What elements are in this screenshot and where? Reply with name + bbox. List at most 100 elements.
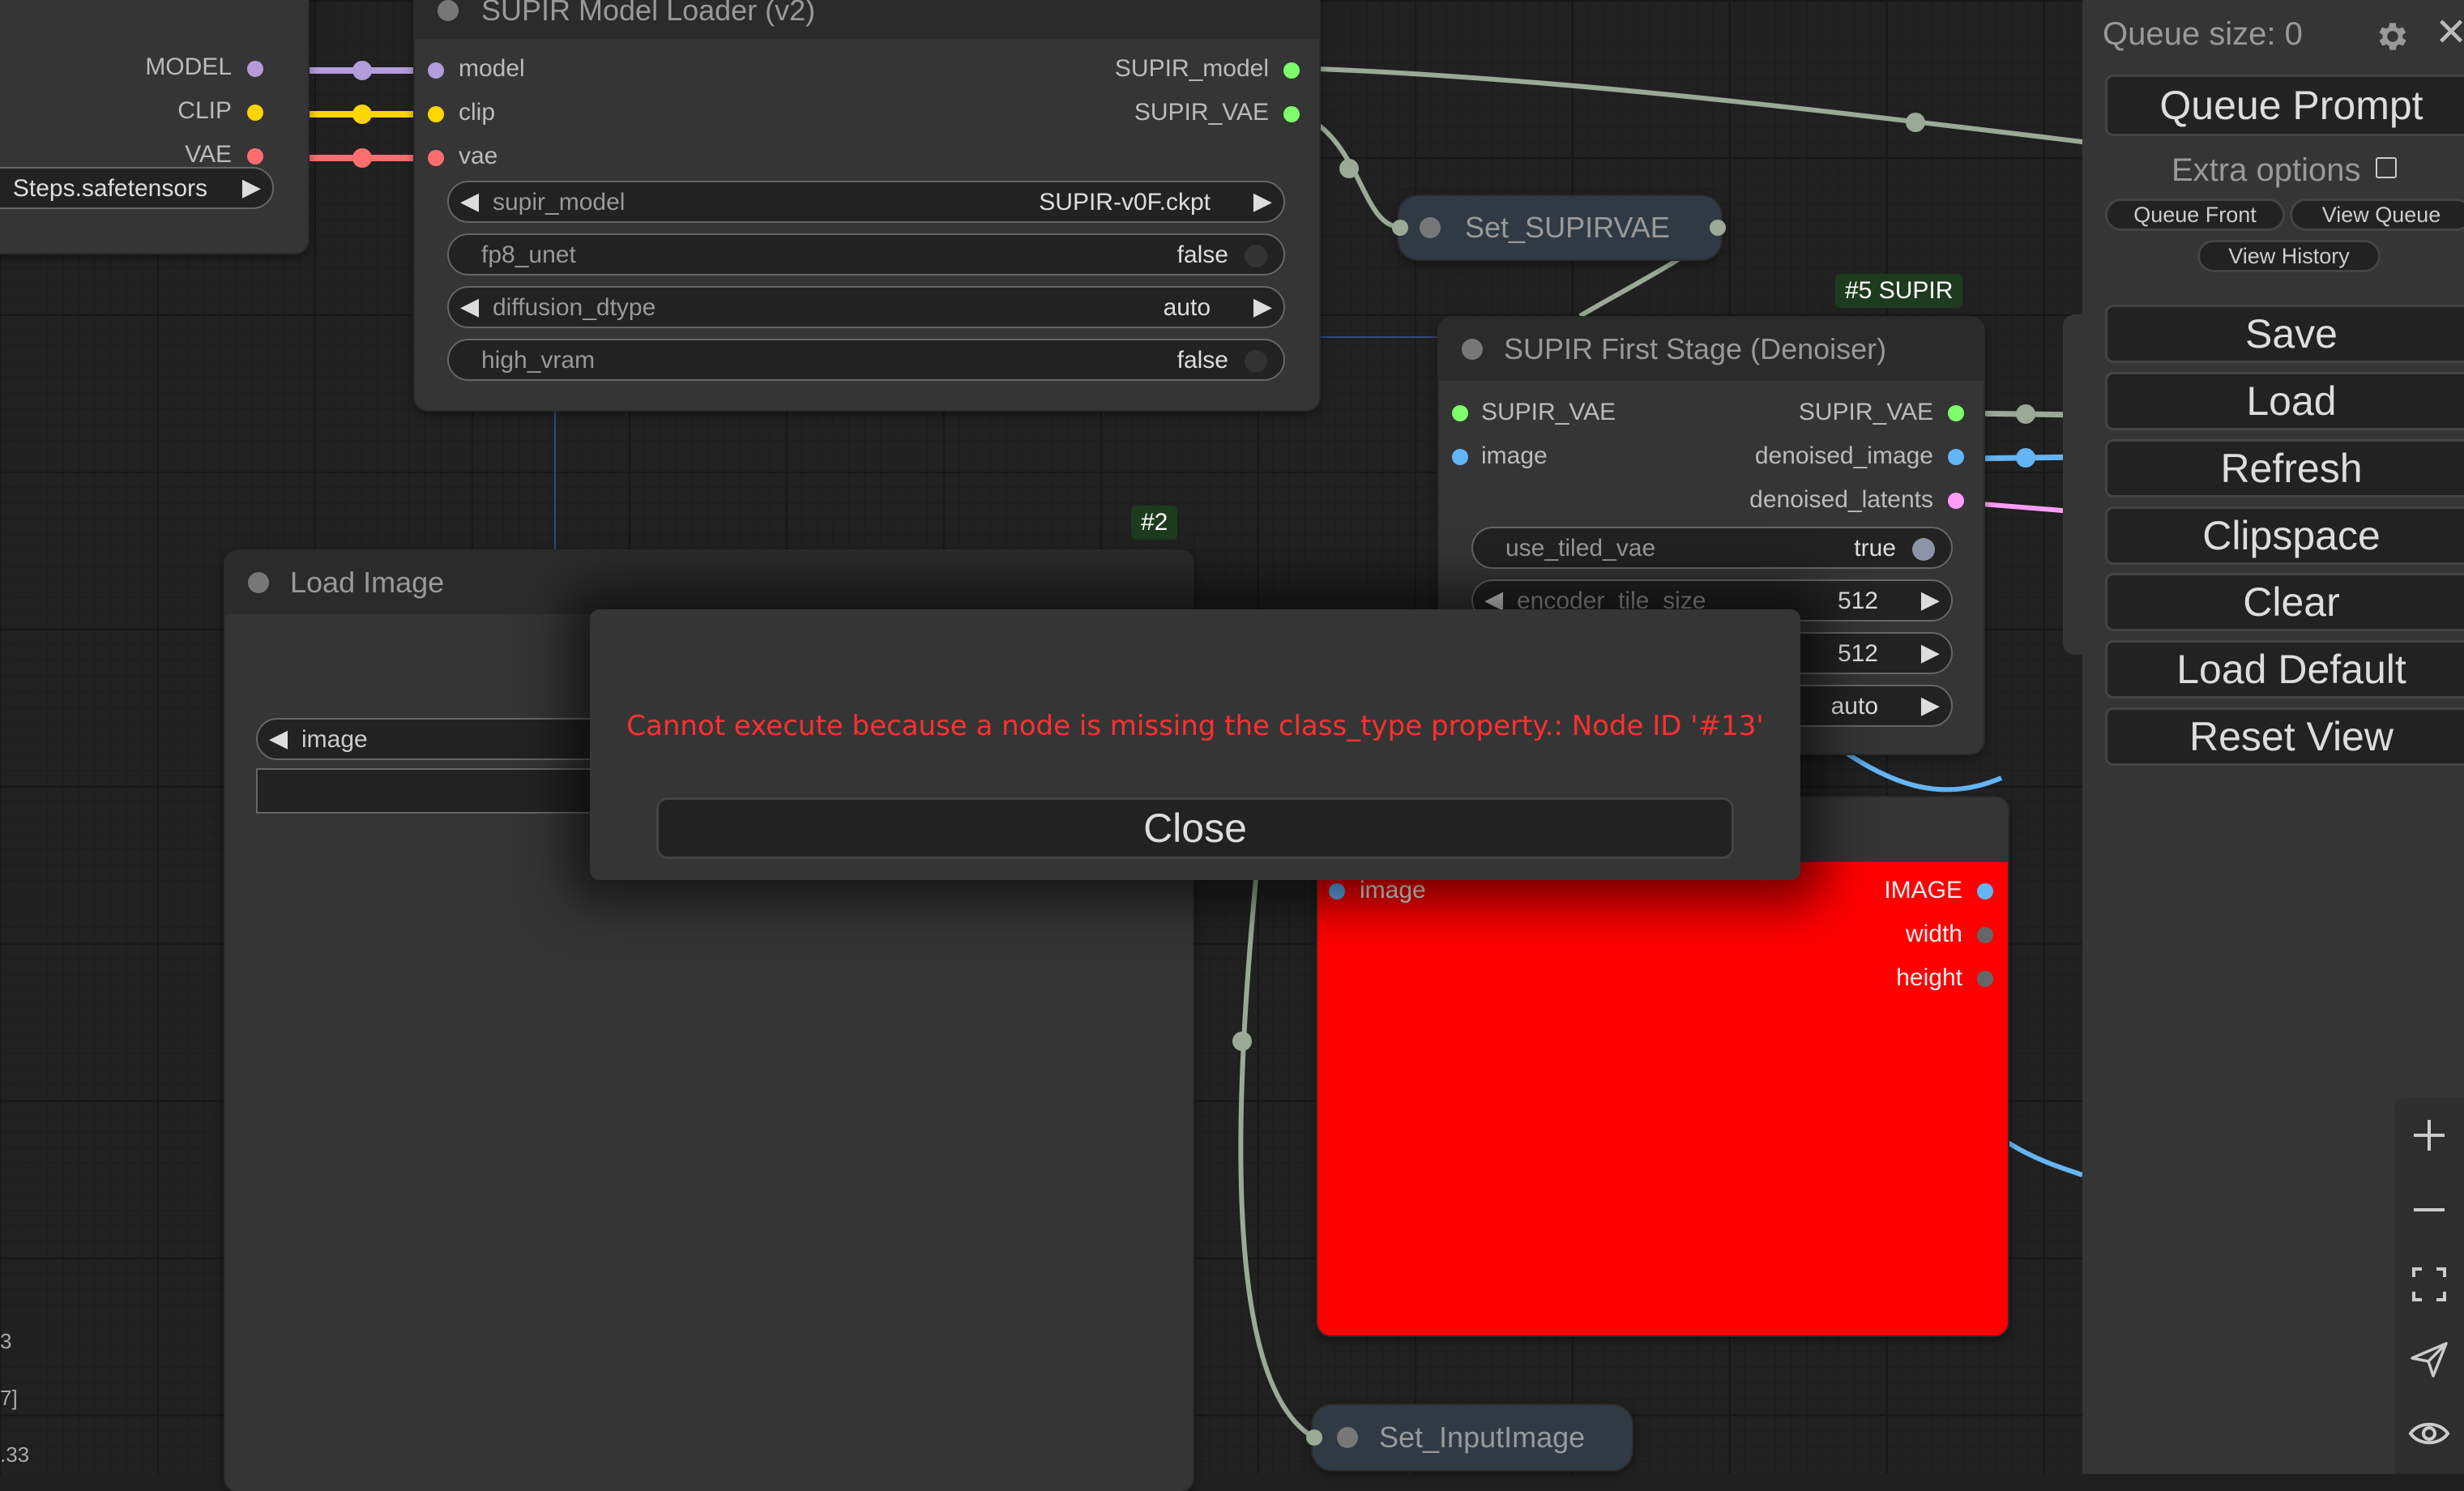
- node-id-badge: #2: [1131, 506, 1178, 540]
- widget-value: true: [1854, 535, 1896, 562]
- view-queue-button[interactable]: View Queue: [2290, 199, 2464, 231]
- node-title-bar[interactable]: SUPIR First Stage (Denoiser): [1439, 318, 1984, 381]
- collapse-dot[interactable]: [1420, 217, 1441, 238]
- clear-button[interactable]: Clear: [2105, 573, 2464, 631]
- output-slot-supir-model[interactable]: [1283, 62, 1300, 79]
- visibility-icon[interactable]: [2394, 1399, 2464, 1468]
- widget-label: diffusion_dtype: [493, 294, 656, 321]
- widget-value: 512: [1837, 640, 1878, 667]
- output-slot-image[interactable]: [1977, 883, 1993, 899]
- widget-label: supir_model: [493, 189, 626, 216]
- fp8-unet-toggle[interactable]: fp8_unet false: [447, 233, 1285, 276]
- output-label-denoised-latents: denoised_latents: [1749, 486, 1933, 513]
- view-history-button[interactable]: View History: [2197, 240, 2381, 272]
- output-label-supir-vae: SUPIR_VAE: [1134, 99, 1269, 126]
- node-title: SUPIR Model Loader (v2): [481, 0, 816, 27]
- arrow-right-icon[interactable]: ▶: [242, 173, 261, 202]
- output-slot-denoised-latents[interactable]: [1948, 493, 1964, 509]
- output-slot-clip[interactable]: [247, 105, 263, 121]
- input-slot-clip[interactable]: [428, 106, 444, 122]
- extra-options-checkbox[interactable]: [2376, 157, 2397, 178]
- zoom-out-icon[interactable]: [2394, 1175, 2464, 1245]
- widget-value: false: [1176, 347, 1228, 374]
- input-slot[interactable]: [1392, 220, 1408, 236]
- ckpt-name-value: Steps.safetensors: [12, 175, 207, 202]
- node-title-bar[interactable]: Load Image: [225, 551, 1193, 614]
- toggle-knob[interactable]: [1912, 538, 1935, 561]
- supir-model-combo[interactable]: ◀ supir_model SUPIR-v0F.ckpt ▶: [447, 181, 1285, 223]
- arrow-right-icon[interactable]: ▶: [1921, 586, 1940, 614]
- input-slot-model[interactable]: [428, 62, 444, 79]
- gear-icon[interactable]: [2372, 18, 2410, 55]
- output-slot-denoised-image[interactable]: [1948, 449, 1964, 465]
- widget-label: high_vram: [481, 347, 596, 374]
- image-combo[interactable]: ◀ image: [256, 718, 629, 760]
- arrow-right-icon[interactable]: ▶: [1921, 691, 1940, 720]
- output-slot-vae[interactable]: [247, 148, 263, 164]
- output-slot[interactable]: [1710, 220, 1726, 236]
- output-slot-width[interactable]: [1977, 927, 1993, 943]
- output-slot-supir-vae[interactable]: [1948, 405, 1964, 421]
- output-label-supir-model: SUPIR_model: [1114, 55, 1269, 82]
- input-slot-vae[interactable]: [428, 150, 444, 166]
- save-button[interactable]: Save: [2105, 305, 2464, 363]
- clipspace-button[interactable]: Clipspace: [2105, 506, 2464, 565]
- arrow-left-icon[interactable]: ◀: [460, 293, 479, 321]
- input-label-supir-vae: SUPIR_VAE: [1481, 399, 1616, 425]
- output-slot-model[interactable]: [247, 61, 263, 77]
- load-default-button[interactable]: Load Default: [2105, 640, 2464, 699]
- fit-view-icon[interactable]: [2394, 1250, 2464, 1319]
- arrow-right-icon[interactable]: ▶: [1253, 293, 1272, 321]
- queue-prompt-button[interactable]: Queue Prompt: [2105, 75, 2464, 136]
- queue-size-label: Queue size: 0: [2103, 16, 2303, 52]
- arrow-left-icon[interactable]: ◀: [460, 187, 479, 216]
- zoom-in-icon[interactable]: [2394, 1100, 2464, 1170]
- set-supirvae-node[interactable]: Set_SUPIRVAE: [1392, 196, 1726, 259]
- toggle-knob[interactable]: [1245, 350, 1267, 373]
- node-id-badge: #5 SUPIR: [1835, 274, 1963, 308]
- input-slot-supir-vae[interactable]: [1452, 405, 1468, 421]
- high-vram-toggle[interactable]: high_vram false: [447, 339, 1285, 381]
- navigate-icon[interactable]: [2394, 1324, 2464, 1394]
- input-label-vae: vae: [459, 143, 498, 169]
- output-slot-height[interactable]: [1977, 971, 1993, 987]
- output-label-vae: VAE: [185, 141, 232, 168]
- toggle-knob[interactable]: [1245, 245, 1267, 267]
- widget-label: fp8_unet: [481, 241, 576, 268]
- widget-value: auto: [1830, 693, 1878, 720]
- use-tiled-vae-toggle[interactable]: use_tiled_vae true: [1471, 527, 1953, 569]
- input-slot-image[interactable]: [1329, 883, 1345, 899]
- output-label-width: width: [1905, 921, 1962, 947]
- canvas-readout-1: 3: [0, 1329, 12, 1353]
- load-button[interactable]: Load: [2105, 372, 2464, 430]
- arrow-right-icon[interactable]: ▶: [1921, 639, 1940, 667]
- collapse-dot[interactable]: [438, 0, 459, 21]
- input-label-image: image: [1360, 877, 1426, 904]
- diffusion-dtype-combo[interactable]: ◀ diffusion_dtype auto ▶: [447, 286, 1285, 328]
- set-inputimage-node[interactable]: Set_InputImage: [1306, 1405, 1632, 1470]
- input-slot-image[interactable]: [1452, 449, 1468, 465]
- input-label-clip: clip: [459, 99, 496, 126]
- supir-model-loader-node[interactable]: SUPIR Model Loader (v2) model clip vae S…: [415, 0, 1319, 410]
- close-button[interactable]: Close: [656, 797, 1734, 859]
- input-slot[interactable]: [1306, 1429, 1322, 1446]
- arrow-right-icon[interactable]: ▶: [1253, 187, 1272, 216]
- reset-view-button[interactable]: Reset View: [2105, 707, 2464, 766]
- collapse-dot[interactable]: [248, 572, 269, 593]
- arrow-left-icon[interactable]: ◀: [269, 724, 288, 753]
- collapse-dot[interactable]: [1337, 1427, 1358, 1448]
- widget-value: 512: [1837, 587, 1878, 614]
- widget-value: false: [1176, 241, 1228, 268]
- output-label-clip: CLIP: [177, 97, 232, 124]
- refresh-button[interactable]: Refresh: [2105, 439, 2464, 498]
- upload-button[interactable]: [256, 768, 629, 814]
- output-slot-supir-vae[interactable]: [1283, 106, 1300, 122]
- node-title-bar[interactable]: SUPIR Model Loader (v2): [415, 0, 1319, 39]
- queue-front-button[interactable]: Queue Front: [2105, 199, 2285, 231]
- close-menu-icon[interactable]: ✕: [2435, 10, 2464, 55]
- ckpt-name-widget[interactable]: Steps.safetensors ▶: [0, 167, 274, 209]
- error-dialog: Cannot execute because a node is missing…: [590, 609, 1800, 880]
- widget-value: auto: [1163, 294, 1211, 321]
- collapse-dot[interactable]: [1462, 339, 1483, 360]
- checkpoint-loader-node[interactable]: MODEL CLIP VAE Steps.safetensors ▶: [0, 0, 308, 253]
